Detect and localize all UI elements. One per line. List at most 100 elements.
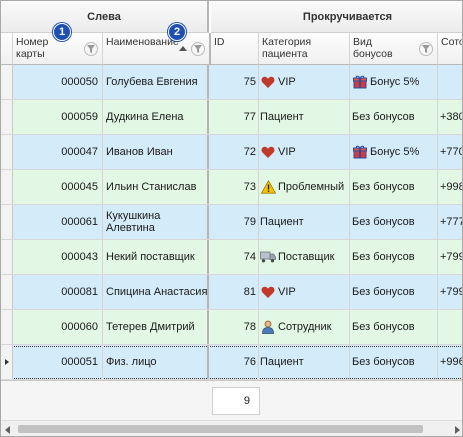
scroll-right-arrow-icon[interactable]: [455, 426, 460, 434]
category-label: VIP: [278, 286, 296, 298]
bonus-label: Без бонусов: [352, 181, 415, 193]
heart-icon: [260, 75, 276, 89]
heart-icon: [260, 285, 276, 299]
name-cell: Голубева Евгения: [103, 65, 209, 99]
table-row[interactable]: 000043 Некий поставщик 74 Поставщик Без …: [1, 240, 463, 275]
sort-ascending-icon: [179, 46, 187, 51]
filter-icon[interactable]: [84, 42, 98, 56]
column-header-category[interactable]: Категория пациента: [259, 33, 350, 65]
table-row[interactable]: 000059 Дудкина Елена 77 Пациент Без бону…: [1, 100, 463, 135]
row-indicator[interactable]: [1, 170, 13, 204]
current-row-arrow-icon: [4, 359, 9, 365]
row-indicator[interactable]: [1, 135, 13, 169]
filter-icon[interactable]: [419, 42, 433, 56]
name-cell: Физ. лицо: [103, 345, 209, 379]
table-row[interactable]: 000050 Голубева Евгения 75 VIP Бонус 5%: [1, 65, 462, 100]
category-label: VIP: [278, 146, 296, 158]
bonus-cell: Без бонусов: [350, 240, 438, 274]
bonus-label: Бонус 5%: [370, 146, 420, 158]
grid-footer: 9: [1, 380, 462, 420]
phone-cell: +998: [440, 181, 463, 193]
table-row[interactable]: 000081 Спицина Анастасия 81 VIP Без бону…: [1, 275, 462, 310]
row-indicator[interactable]: [1, 205, 13, 239]
data-grid: Слева Прокручивается 1 2 Номер карты Наи…: [0, 0, 463, 437]
filter-icon[interactable]: [191, 42, 205, 56]
column-header-phone[interactable]: Сото: [438, 33, 463, 65]
phone-cell: +777: [440, 216, 463, 228]
name-cell: Дудкина Елена: [103, 100, 209, 134]
phone-cell: +996: [440, 356, 463, 368]
row-indicator[interactable]: [1, 65, 13, 99]
category-cell: Пациент: [259, 205, 350, 239]
name-cell: Некий поставщик: [103, 240, 209, 274]
name-cell: Кукушкина Алевтина: [103, 205, 209, 239]
category-cell: Пациент: [259, 100, 350, 134]
category-label: Пациент: [260, 356, 304, 368]
row-indicator[interactable]: [1, 240, 13, 274]
id-cell: 72: [211, 135, 259, 169]
table-row[interactable]: 000051 Физ. лицо 76 Пациент Без бонусов …: [1, 345, 463, 380]
category-label: Поставщик: [278, 251, 335, 263]
bonus-label: Бонус 5%: [370, 76, 420, 88]
grid-body: 000050 Голубева Евгения 75 VIP Бонус 5% …: [1, 65, 463, 380]
id-cell: 76: [211, 345, 259, 379]
scrollbar-thumb[interactable]: [18, 425, 423, 433]
row-indicator[interactable]: [1, 310, 13, 344]
bonus-cell: Без бонусов: [350, 205, 438, 239]
bonus-label: Без бонусов: [352, 356, 415, 368]
phone-cell: [438, 310, 462, 344]
table-row[interactable]: 000047 Иванов Иван 72 VIP Бонус 5% +770: [1, 135, 463, 170]
bonus-label: Без бонусов: [352, 321, 415, 333]
category-label: Пациент: [260, 216, 304, 228]
bonus-cell: Без бонусов: [350, 345, 438, 379]
phone-cell: +799: [440, 251, 463, 263]
column-header-label: Сото: [441, 36, 463, 48]
bonus-cell: Без бонусов: [350, 310, 438, 344]
category-cell: Проблемный: [259, 170, 350, 204]
column-header-label: ID: [214, 36, 225, 48]
bonus-cell: Без бонусов: [350, 275, 438, 309]
row-indicator[interactable]: [1, 100, 13, 134]
column-header-bonus[interactable]: Вид бонусов: [350, 33, 438, 65]
card-number-cell: 000050: [13, 65, 103, 99]
id-cell: 78: [211, 310, 259, 344]
table-row[interactable]: 000045 Ильин Станислав 73 Проблемный Без…: [1, 170, 463, 205]
id-cell: 74: [211, 240, 259, 274]
card-number-cell: 000043: [13, 240, 103, 274]
horizontal-scrollbar[interactable]: [1, 420, 462, 436]
column-header-name[interactable]: Наименование: [103, 33, 211, 65]
id-cell: 79: [211, 205, 259, 239]
row-indicator[interactable]: [1, 345, 13, 379]
card-number-cell: 000059: [13, 100, 103, 134]
truck-icon: [260, 250, 276, 264]
bonus-label: Без бонусов: [352, 216, 415, 228]
name-cell: Спицина Анастасия: [103, 275, 209, 309]
category-label: Сотрудник: [278, 321, 332, 333]
warning-icon: [260, 180, 276, 194]
category-label: Пациент: [260, 111, 304, 123]
phone-cell: +770: [440, 146, 463, 158]
category-cell: VIP: [259, 275, 350, 309]
gift-icon: [352, 75, 368, 89]
card-number-cell: 000061: [13, 205, 103, 239]
category-cell: VIP: [259, 65, 350, 99]
card-number-cell: 000051: [13, 345, 103, 379]
scroll-left-arrow-icon[interactable]: [5, 426, 10, 434]
row-indicator[interactable]: [1, 275, 13, 309]
card-number-cell: 000060: [13, 310, 103, 344]
card-number-cell: 000047: [13, 135, 103, 169]
table-row[interactable]: 000061 Кукушкина Алевтина 79 Пациент Без…: [1, 205, 463, 240]
id-cell: 73: [211, 170, 259, 204]
id-cell: 75: [211, 65, 259, 99]
callout-badge-2: 2: [168, 23, 186, 41]
bonus-cell: Без бонусов: [350, 100, 438, 134]
column-header-id[interactable]: ID: [211, 33, 259, 65]
category-cell: Поставщик: [259, 240, 350, 274]
name-cell: Тетерев Дмитрий: [103, 310, 209, 344]
column-header-label: Наименование: [106, 36, 179, 48]
bonus-cell: Бонус 5%: [350, 135, 438, 169]
column-header-label: Вид бонусов: [353, 36, 393, 60]
category-label: VIP: [278, 76, 296, 88]
table-row[interactable]: 000060 Тетерев Дмитрий 78 Сотрудник Без …: [1, 310, 462, 345]
phone-cell: +380: [440, 111, 463, 123]
